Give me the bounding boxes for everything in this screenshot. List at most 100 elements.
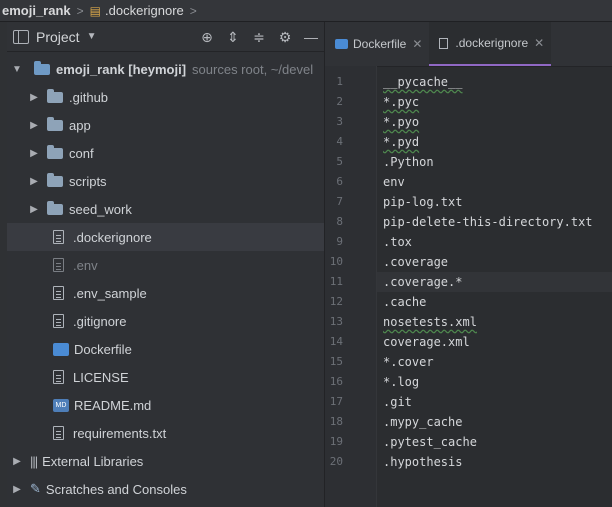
file-icon	[439, 37, 449, 49]
tree-item-license[interactable]: LICENSE	[7, 363, 324, 391]
line-number: 16	[329, 375, 343, 388]
tree-item-gitignore[interactable]: .gitignore	[7, 307, 324, 335]
chevron-right-icon[interactable]: ▶	[29, 204, 39, 215]
folder-icon	[47, 144, 63, 159]
file-icon	[53, 286, 64, 300]
line-number: 14	[329, 335, 343, 348]
tree-root-row[interactable]: ▼ emoji_rank [heymoji] sources root, ~/dev…	[7, 55, 324, 83]
tree-item-label: LICENSE	[73, 369, 129, 385]
file-icon	[53, 230, 64, 244]
chevron-right-icon[interactable]: ▶	[12, 456, 22, 467]
folder-icon	[47, 200, 63, 215]
minimize-icon[interactable]: —	[304, 30, 318, 44]
breadcrumb-file[interactable]: .dockerignore	[105, 3, 184, 18]
expand-all-icon[interactable]: ⇕	[226, 30, 240, 44]
code-area[interactable]: __pycache__ *.pyc *.pyo *.pyd .Python env pip-…	[377, 66, 612, 507]
tree-item-env[interactable]: .env	[7, 251, 324, 279]
line-number: 19	[329, 435, 343, 448]
tree-item-readme-md[interactable]: MD README.md	[7, 391, 324, 419]
code-line: nosetests.xml	[383, 312, 477, 332]
breadcrumb-separator: >	[76, 3, 84, 18]
tree-item-scripts[interactable]: ▶ scripts	[7, 167, 324, 195]
file-icon	[53, 258, 64, 272]
code-line-text: pip-log.txt	[383, 195, 463, 209]
line-number: 12	[329, 295, 343, 308]
editor-area: Dockerfile ✕ .dockerignore ✕ 1 2 3 4 5 6 7 8 9 10 11 1…	[325, 22, 612, 507]
code-line: .mypy_cache	[383, 412, 462, 432]
breadcrumb: emoji_rank > ▤ .dockerignore >	[0, 0, 612, 22]
line-number: 6	[336, 175, 343, 188]
code-line-text: *.log	[383, 375, 420, 389]
external-libraries-label: External Libraries	[42, 453, 144, 469]
project-panel-title[interactable]: Project	[36, 29, 80, 45]
tree-root-hint: sources root, ~/devel	[192, 61, 314, 77]
chevron-right-icon[interactable]: ▶	[29, 120, 39, 131]
code-line-text: .cache	[383, 295, 427, 309]
chevron-right-icon[interactable]: ▶	[29, 92, 39, 103]
folder-icon	[47, 116, 63, 131]
file-icon	[53, 314, 64, 328]
line-number: 1	[336, 75, 343, 88]
code-line-text: *.cover	[383, 355, 434, 369]
code-line-text: pip-delete-this-directory.txt	[383, 215, 593, 229]
code-line-text: *.pyo	[383, 115, 420, 129]
code-line-text: .coverage.*	[383, 275, 463, 289]
close-icon[interactable]: ✕	[534, 36, 544, 50]
tree-item-github[interactable]: ▶ .github	[7, 83, 324, 111]
folder-icon	[47, 88, 63, 103]
chevron-right-icon[interactable]: ▶	[12, 484, 22, 495]
line-number: 18	[329, 415, 343, 428]
code-line-text: .git	[383, 395, 412, 409]
tab-dockerfile[interactable]: Dockerfile ✕	[325, 22, 429, 66]
line-number: 10	[329, 255, 343, 268]
code-line: __pycache__	[383, 72, 462, 92]
tree-item-dockerfile[interactable]: Dockerfile	[7, 335, 324, 363]
tree-external-libraries[interactable]: ▶ ||| External Libraries	[7, 447, 324, 475]
code-line: .hypothesis	[383, 452, 462, 472]
target-icon[interactable]: ⊕	[200, 30, 214, 44]
collapse-all-icon[interactable]: ≑	[252, 30, 266, 44]
tree-item-label: conf	[69, 145, 94, 161]
code-line-text: .coverage	[383, 255, 449, 269]
code-line: pip-delete-this-directory.txt	[383, 212, 593, 232]
code-line: .coverage.*	[383, 272, 462, 292]
code-line-text: .mypy_cache	[383, 415, 463, 429]
chevron-down-icon[interactable]: ▼	[87, 31, 97, 42]
tree-item-label: seed_work	[69, 201, 132, 217]
line-number: 20	[329, 455, 343, 468]
line-number: 13	[329, 315, 343, 328]
tree-item-env-sample[interactable]: .env_sample	[7, 279, 324, 307]
folder-icon	[34, 60, 50, 75]
tree-item-requirements-txt[interactable]: requirements.txt	[7, 419, 324, 447]
tree-item-label: README.md	[74, 397, 152, 413]
chevron-right-icon[interactable]: ▶	[29, 176, 39, 187]
tree-item-conf[interactable]: ▶ conf	[7, 139, 324, 167]
tab-dockerignore[interactable]: .dockerignore ✕	[429, 22, 552, 66]
scratch-icon: ✎	[30, 481, 41, 496]
library-icon: |||	[30, 453, 38, 469]
scratches-label: Scratches and Consoles	[45, 481, 187, 497]
line-number: 2	[336, 95, 343, 108]
tree-root-label: emoji_rank [heymoji]	[56, 61, 187, 77]
panel-icon	[13, 29, 29, 44]
close-icon[interactable]: ✕	[412, 37, 422, 51]
line-number: 11	[329, 275, 343, 288]
file-icon	[53, 426, 64, 440]
chevron-right-icon[interactable]: ▶	[29, 148, 39, 159]
code-line: *.pyo	[383, 112, 419, 132]
tree-item-app[interactable]: ▶ app	[7, 111, 324, 139]
tree-item-label: .dockerignore	[73, 229, 152, 245]
code-line-text: .Python	[383, 155, 434, 169]
gear-icon[interactable]: ⚙	[278, 30, 292, 44]
code-line-text: *.pyd	[383, 135, 420, 149]
code-line: .tox	[383, 232, 412, 252]
tree-item-dockerignore[interactable]: .dockerignore	[7, 223, 324, 251]
code-line: pip-log.txt	[383, 192, 462, 212]
tree-item-seed-work[interactable]: ▶ seed_work	[7, 195, 324, 223]
breadcrumb-project[interactable]: emoji_rank	[2, 3, 71, 18]
code-line-text: .tox	[383, 235, 412, 249]
line-number: 17	[329, 395, 343, 408]
tree-scratches[interactable]: ▶ ✎ Scratches and Consoles	[7, 475, 324, 503]
breadcrumb-separator-end: >	[189, 3, 197, 18]
chevron-down-icon[interactable]: ▼	[12, 64, 22, 75]
